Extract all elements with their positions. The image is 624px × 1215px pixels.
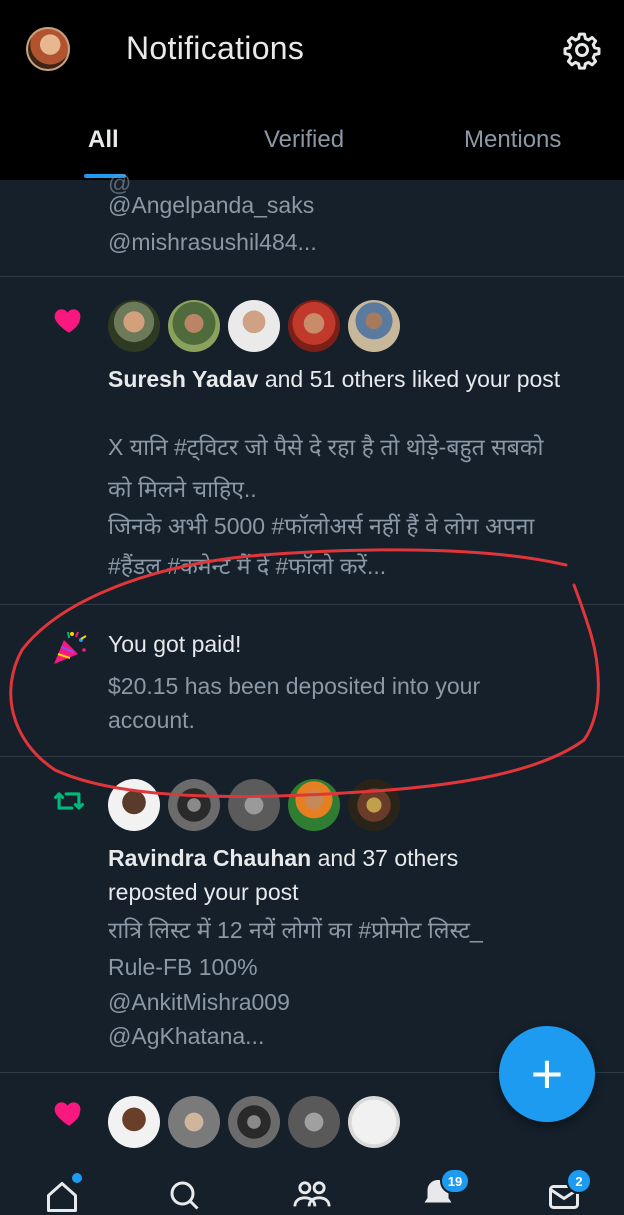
heart-icon: [54, 309, 81, 333]
bottom-nav: 19 2: [0, 1155, 624, 1212]
mention-line: @mishrasushil484...: [108, 229, 317, 255]
post-line: @AnkitMishra009: [108, 989, 290, 1015]
actor-name[interactable]: Suresh Yadav: [108, 366, 258, 392]
heart-icon: [54, 1102, 81, 1126]
repost-icon: [53, 792, 85, 810]
action-text: and 51 others liked your post: [264, 366, 561, 392]
compose-button[interactable]: +: [499, 1026, 595, 1122]
avatar[interactable]: [288, 300, 340, 352]
avatar[interactable]: [348, 300, 400, 352]
avatar[interactable]: [228, 779, 280, 831]
paid-line: $20.15 has been deposited into your: [108, 673, 481, 699]
post-line: #हैंडल #कमेन्ट में दें #फॉलो करें...: [108, 553, 387, 579]
avatar[interactable]: [168, 779, 220, 831]
party-popper-icon: [54, 631, 87, 664]
divider: [0, 604, 624, 605]
repost-summary: Ravindra Chauhan and 37 others: [108, 841, 458, 875]
reposter-avatars: [108, 779, 400, 831]
tab-bar: All Verified Mentions: [0, 120, 624, 180]
profile-avatar[interactable]: [26, 27, 70, 71]
messages-badge: 2: [566, 1168, 592, 1194]
home-icon[interactable]: [44, 1179, 80, 1215]
settings-gear-icon[interactable]: [562, 30, 602, 70]
liker-avatars: [108, 1096, 400, 1148]
action-text: reposted your post: [108, 879, 299, 905]
tab-all[interactable]: All: [88, 126, 119, 154]
avatar[interactable]: [168, 1096, 220, 1148]
avatar[interactable]: [348, 779, 400, 831]
action-text: and 37 others: [317, 845, 459, 871]
avatar[interactable]: [108, 1096, 160, 1148]
avatar[interactable]: [228, 1096, 280, 1148]
avatar[interactable]: [288, 779, 340, 831]
post-line: @AgKhatana...: [108, 1023, 265, 1049]
actor-name[interactable]: Ravindra Chauhan: [108, 845, 311, 871]
avatar[interactable]: [288, 1096, 340, 1148]
avatar[interactable]: [348, 1096, 400, 1148]
paid-line: account.: [108, 707, 195, 733]
avatar[interactable]: [168, 300, 220, 352]
divider: [0, 756, 624, 757]
post-line: जिनके अभी 5000 #फॉलोअर्स नहीं हैं वे लोग…: [108, 513, 535, 539]
avatar[interactable]: [108, 779, 160, 831]
post-line: Rule-FB 100%: [108, 954, 258, 980]
post-line: को मिलने चाहिए..: [108, 476, 257, 502]
post-line: रात्रि लिस्ट में 12 नयें लोगों का #प्रोम…: [108, 917, 483, 943]
avatar[interactable]: [108, 300, 160, 352]
tab-verified[interactable]: Verified: [264, 126, 344, 154]
red-circle-annotation: [9, 548, 600, 799]
avatar[interactable]: [228, 300, 280, 352]
divider: [0, 276, 624, 277]
page-title: Notifications: [126, 30, 305, 66]
liker-avatars: [108, 300, 400, 352]
search-icon[interactable]: [166, 1177, 202, 1213]
notifications-badge: 19: [440, 1168, 470, 1194]
header: Notifications All Verified Mentions: [0, 0, 624, 180]
paid-title: You got paid!: [108, 631, 242, 657]
communities-icon[interactable]: [292, 1177, 332, 1213]
post-line: X यानि #ट्विटर जो पैसे दे रहा है तो थोड़…: [108, 434, 544, 460]
plus-icon: +: [530, 1042, 564, 1105]
like-summary: Suresh Yadav and 51 others liked your po…: [108, 362, 560, 396]
tab-mentions[interactable]: Mentions: [464, 126, 561, 154]
mention-line: @Angelpanda_saks: [108, 192, 315, 218]
